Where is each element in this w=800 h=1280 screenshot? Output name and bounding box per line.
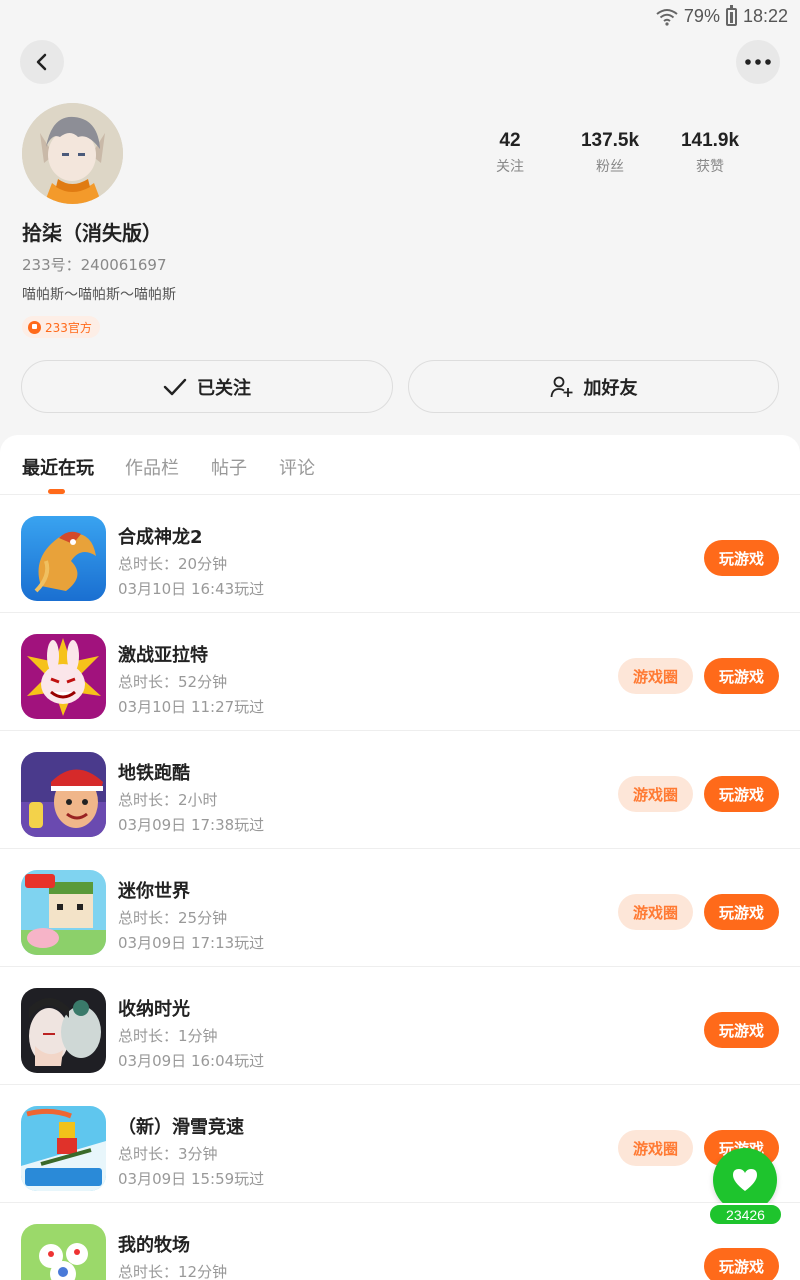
- avatar[interactable]: [22, 103, 123, 204]
- game-duration: 总时长：12分钟: [118, 1263, 228, 1280]
- stat-following[interactable]: 42 关注: [460, 130, 560, 176]
- game-last-played: 03月10日 11:27玩过: [118, 698, 265, 716]
- farm-icon: [21, 1224, 106, 1280]
- list-item[interactable]: （新）滑雪竞速 总时长：3分钟 03月09日 15:59玩过 游戏圈 玩游戏: [0, 1085, 800, 1203]
- game-duration: 总时长：1分钟: [118, 1027, 218, 1045]
- portrait-icon: [21, 988, 106, 1073]
- heart-icon: [733, 1169, 757, 1191]
- game-title: 合成神龙2: [118, 527, 203, 548]
- game-icon[interactable]: [21, 870, 106, 955]
- add-friend-label: 加好友: [583, 377, 638, 399]
- stat-value: 141.9k: [680, 130, 740, 151]
- game-icon[interactable]: [21, 634, 106, 719]
- list-item[interactable]: 地铁跑酷 总时长：2小时 03月09日 17:38玩过 游戏圈 玩游戏: [0, 731, 800, 849]
- game-icon[interactable]: [21, 1224, 106, 1280]
- game-duration: 总时长：3分钟: [118, 1145, 218, 1163]
- play-game-button[interactable]: 玩游戏: [704, 894, 779, 930]
- list-item[interactable]: 迷你世界 总时长：25分钟 03月09日 17:13玩过 游戏圈 玩游戏: [0, 849, 800, 967]
- game-last-played: 03月10日 16:43玩过: [118, 580, 265, 598]
- game-title: 收纳时光: [118, 999, 190, 1020]
- game-last-played: 03月09日 16:04玩过: [118, 1052, 265, 1070]
- followed-label: 已关注: [197, 377, 251, 399]
- stat-likes[interactable]: 141.9k 获赞: [660, 130, 760, 176]
- status-right: 79% 18:22: [656, 4, 788, 27]
- followed-button[interactable]: 已关注: [21, 360, 393, 413]
- runner-icon: [21, 752, 106, 837]
- battery-icon: [725, 4, 737, 26]
- stat-label: 获赞: [696, 159, 724, 175]
- game-title: （新）滑雪竞速: [118, 1117, 244, 1138]
- game-duration: 总时长：2小时: [118, 791, 218, 809]
- list-item[interactable]: 我的牧场 总时长：12分钟 玩游戏: [0, 1203, 800, 1280]
- game-icon[interactable]: [21, 988, 106, 1073]
- list-item[interactable]: 激战亚拉特 总时长：52分钟 03月10日 11:27玩过 游戏圈 玩游戏: [0, 613, 800, 731]
- game-duration: 总时长：25分钟: [118, 909, 228, 927]
- ski-icon: [21, 1106, 106, 1191]
- add-friend-button[interactable]: 加好友: [408, 360, 779, 413]
- play-game-button[interactable]: 玩游戏: [704, 540, 779, 576]
- status-bar: 79% 18:22: [0, 0, 800, 34]
- block-character-icon: [21, 870, 106, 955]
- bio: 喵帕斯～喵帕斯～喵帕斯: [22, 287, 176, 303]
- more-horizontal-icon: [745, 59, 771, 65]
- game-circle-button[interactable]: 游戏圈: [618, 1130, 693, 1166]
- game-title: 迷你世界: [118, 881, 190, 902]
- play-game-button[interactable]: 玩游戏: [704, 1012, 779, 1048]
- tab-comments[interactable]: 评论: [279, 454, 315, 480]
- tab-indicator: [48, 489, 65, 494]
- game-title: 我的牧场: [118, 1235, 190, 1256]
- user-id: 233号：240061697: [22, 256, 167, 274]
- stat-label: 粉丝: [596, 159, 624, 175]
- game-last-played: 03月09日 15:59玩过: [118, 1170, 265, 1188]
- stat-value: 137.5k: [580, 130, 640, 151]
- game-last-played: 03月09日 17:13玩过: [118, 934, 265, 952]
- list-item[interactable]: 收纳时光 总时长：1分钟 03月09日 16:04玩过 玩游戏: [0, 967, 800, 1085]
- stat-followers[interactable]: 137.5k 粉丝: [560, 130, 660, 176]
- nickname: 拾柒（消失版）: [22, 221, 162, 245]
- clock: 18:22: [742, 6, 788, 26]
- badge-label: 233官方: [45, 320, 92, 335]
- play-game-button[interactable]: 玩游戏: [704, 1248, 779, 1280]
- rabbit-icon: [21, 634, 106, 719]
- game-circle-button[interactable]: 游戏圈: [618, 658, 693, 694]
- game-title: 地铁跑酷: [118, 763, 190, 784]
- dragon-icon: [21, 516, 106, 601]
- like-count: 23426: [708, 1203, 783, 1226]
- add-user-icon: [550, 376, 572, 397]
- game-last-played: 03月09日 17:38玩过: [118, 816, 265, 834]
- game-duration: 总时长：20分钟: [118, 555, 228, 573]
- profile-stats: 42 关注 137.5k 粉丝 141.9k 获赞: [460, 130, 760, 176]
- stat-label: 关注: [496, 159, 524, 175]
- stat-value: 42: [499, 130, 521, 151]
- tab-bar: 最近在玩 作品栏 帖子 评论: [0, 435, 800, 495]
- back-button[interactable]: [20, 40, 64, 84]
- chevron-left-icon: [36, 53, 47, 71]
- tab-recent-played[interactable]: 最近在玩: [22, 454, 94, 480]
- battery-percent: 79%: [683, 6, 720, 26]
- avatar-image: [22, 103, 123, 204]
- play-game-button[interactable]: 玩游戏: [704, 776, 779, 812]
- game-circle-button[interactable]: 游戏圈: [618, 776, 693, 812]
- game-title: 激战亚拉特: [118, 645, 208, 666]
- game-icon[interactable]: [21, 516, 106, 601]
- tab-posts[interactable]: 帖子: [211, 454, 247, 480]
- content-panel: 最近在玩 作品栏 帖子 评论 合成神龙2 总时长：20分钟 03月10日 16:…: [0, 435, 800, 1280]
- game-duration: 总时长：52分钟: [118, 673, 228, 691]
- badge-icon: [28, 320, 41, 334]
- game-icon[interactable]: [21, 752, 106, 837]
- more-button[interactable]: [736, 40, 780, 84]
- game-icon[interactable]: [21, 1106, 106, 1191]
- wifi-icon: [656, 8, 678, 26]
- game-circle-button[interactable]: 游戏圈: [618, 894, 693, 930]
- tab-works[interactable]: 作品栏: [125, 454, 179, 480]
- list-item[interactable]: 合成神龙2 总时长：20分钟 03月10日 16:43玩过 玩游戏: [0, 495, 800, 613]
- official-badge[interactable]: 233官方: [22, 316, 100, 338]
- check-icon: [163, 378, 187, 395]
- play-game-button[interactable]: 玩游戏: [704, 658, 779, 694]
